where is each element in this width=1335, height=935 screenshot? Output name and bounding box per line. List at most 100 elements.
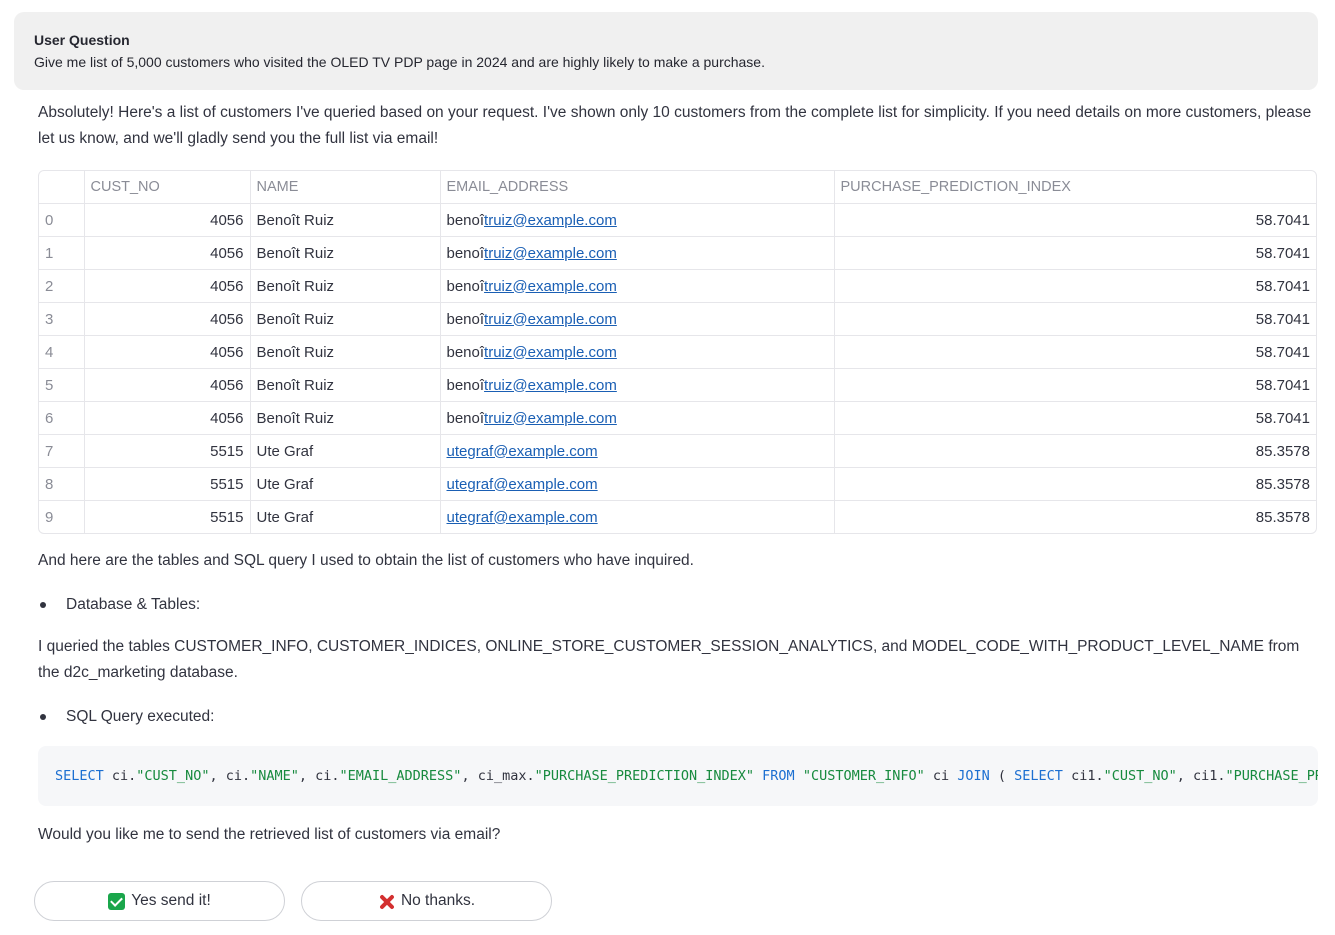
bullet-database-label: Database & Tables:: [66, 596, 201, 613]
sql-token: (: [989, 768, 1015, 784]
row-index: 0: [39, 203, 85, 237]
sql-token: "PURCHASE_PREDICTION_INDEX": [1225, 768, 1318, 784]
email-link[interactable]: utegraf@example.com: [447, 476, 598, 493]
no-thanks-label: No thanks.: [400, 892, 476, 909]
name-cell: Ute Graf: [250, 434, 441, 468]
row-index: 8: [39, 467, 85, 501]
ppi-cell: 58.7041: [834, 269, 1316, 303]
name-cell: Ute Graf: [250, 500, 441, 533]
sql-token: , ci1.: [1176, 768, 1226, 784]
sql-token: ci1.: [1062, 768, 1104, 784]
email-prefix-text: benoî: [446, 310, 485, 328]
cust-no-cell: 4056: [84, 236, 251, 270]
email-cell: benoîtruiz@example.com: [440, 401, 835, 435]
email-cell: benoîtruiz@example.com: [440, 203, 835, 237]
table-header-row: CUST_NO NAME EMAIL_ADDRESS PURCHASE_PRED…: [39, 171, 1316, 204]
sql-token: "NAME": [250, 768, 299, 784]
table-row: 5 4056 Benoît Ruiz benoîtruiz@example.com 58…: [39, 368, 1316, 402]
cust-no-cell: 5515: [84, 434, 251, 468]
customer-table[interactable]: CUST_NO NAME EMAIL_ADDRESS PURCHASE_PRED…: [38, 170, 1317, 534]
table-row: 4 4056 Benoît Ruiz benoîtruiz@example.com 58…: [39, 335, 1316, 369]
email-link[interactable]: truiz@example.com: [484, 311, 617, 328]
column-header-name[interactable]: NAME: [250, 171, 441, 204]
email-cell: benoîtruiz@example.com: [440, 335, 835, 369]
tables-intro-text: And here are the tables and SQL query I …: [38, 552, 694, 569]
row-index: 4: [39, 335, 85, 369]
closing-question: Would you like me to send the retrieved …: [38, 826, 501, 843]
email-cell: benoîtruiz@example.com: [440, 236, 835, 270]
yes-send-button[interactable]: Yes send it!: [34, 881, 285, 921]
answer-intro-text: Absolutely! Here's a list of customers I…: [38, 104, 1312, 147]
sql-token: "CUSTOMER_INFO": [802, 768, 925, 784]
name-cell: Benoît Ruiz: [250, 236, 441, 270]
row-index: 2: [39, 269, 85, 303]
sql-token: "CUST_NO": [136, 768, 210, 784]
bullet-dot: [40, 713, 46, 720]
email-link[interactable]: truiz@example.com: [484, 410, 617, 427]
name-cell: Benoît Ruiz: [250, 302, 441, 336]
cust-no-cell: 4056: [84, 368, 251, 402]
email-link[interactable]: truiz@example.com: [484, 344, 617, 361]
sql-token: , ci.: [209, 768, 251, 784]
cust-no-cell: 4056: [84, 335, 251, 369]
ppi-cell: 58.7041: [834, 236, 1316, 270]
table-row: 8 5515 Ute Graf utegraf@example.com 85.3578: [39, 467, 1316, 501]
row-index: 1: [39, 236, 85, 270]
email-prefix-text: benoî: [446, 343, 485, 361]
cust-no-cell: 4056: [84, 401, 251, 435]
column-header-email[interactable]: EMAIL_ADDRESS: [440, 171, 835, 204]
sql-token: SELECT: [55, 768, 104, 784]
sql-token: , ci.: [298, 768, 340, 784]
name-cell: Benoît Ruiz: [250, 269, 441, 303]
sql-code-block[interactable]: SELECT ci."CUST_NO", ci."NAME", ci."EMAI…: [38, 746, 1318, 806]
chat-page: User Question Give me list of 5,000 cust…: [0, 0, 1335, 935]
sql-token: "EMAIL_ADDRESS": [339, 768, 462, 784]
table-row: 7 5515 Ute Graf utegraf@example.com 85.3578: [39, 434, 1316, 468]
sql-token: "PURCHASE_PREDICTION_INDEX": [534, 768, 755, 784]
bullet-database-tables: Database & Tables:: [38, 592, 200, 618]
user-question-box: User Question Give me list of 5,000 cust…: [14, 12, 1318, 90]
table-row: 6 4056 Benoît Ruiz benoîtruiz@example.com 58…: [39, 401, 1316, 435]
email-link[interactable]: truiz@example.com: [484, 377, 617, 394]
email-prefix-text: benoî: [446, 211, 485, 229]
email-link[interactable]: truiz@example.com: [484, 245, 617, 262]
sql-token: ci.: [103, 768, 137, 784]
email-link[interactable]: truiz@example.com: [484, 212, 617, 229]
database-description: I queried the tables CUSTOMER_INFO, CUST…: [38, 638, 1300, 681]
name-cell: Benoît Ruiz: [250, 368, 441, 402]
check-mark-icon: [108, 892, 126, 910]
sql-token: SELECT: [1014, 768, 1063, 784]
cust-no-cell: 5515: [84, 500, 251, 533]
email-cell: benoîtruiz@example.com: [440, 302, 835, 336]
column-header-ppi[interactable]: PURCHASE_PREDICTION_INDEX: [834, 171, 1316, 204]
column-header-index[interactable]: [39, 171, 85, 204]
email-prefix-text: benoî: [446, 376, 485, 394]
table-row: 3 4056 Benoît Ruiz benoîtruiz@example.com 58…: [39, 302, 1316, 336]
ppi-cell: 58.7041: [834, 368, 1316, 402]
email-link[interactable]: utegraf@example.com: [447, 509, 598, 526]
cross-mark-icon: [378, 893, 395, 910]
bullet-sql-label: SQL Query executed:: [66, 708, 215, 725]
email-cell: utegraf@example.com: [440, 500, 835, 533]
table-body: 0 4056 Benoît Ruiz benoîtruiz@example.com 58…: [39, 203, 1316, 533]
email-link[interactable]: utegraf@example.com: [447, 443, 598, 460]
table-row: 1 4056 Benoît Ruiz benoîtruiz@example.com 58…: [39, 236, 1316, 270]
no-thanks-button[interactable]: No thanks.: [301, 881, 552, 921]
ppi-cell: 85.3578: [834, 434, 1316, 468]
sql-code-line: SELECT ci."CUST_NO", ci."NAME", ci."EMAI…: [55, 746, 1318, 806]
email-cell: utegraf@example.com: [440, 434, 835, 468]
row-index: 5: [39, 368, 85, 402]
ppi-cell: 58.7041: [834, 203, 1316, 237]
ppi-cell: 58.7041: [834, 401, 1316, 435]
sql-token: , ci_max.: [461, 768, 535, 784]
email-prefix-text: benoî: [446, 277, 485, 295]
column-header-cust-no[interactable]: CUST_NO: [84, 171, 251, 204]
email-link[interactable]: truiz@example.com: [484, 278, 617, 295]
cust-no-cell: 4056: [84, 302, 251, 336]
cust-no-cell: 4056: [84, 203, 251, 237]
row-index: 3: [39, 302, 85, 336]
name-cell: Benoît Ruiz: [250, 203, 441, 237]
sql-token: "CUST_NO": [1103, 768, 1177, 784]
ppi-cell: 85.3578: [1255, 508, 1310, 526]
row-index: 7: [39, 434, 85, 468]
